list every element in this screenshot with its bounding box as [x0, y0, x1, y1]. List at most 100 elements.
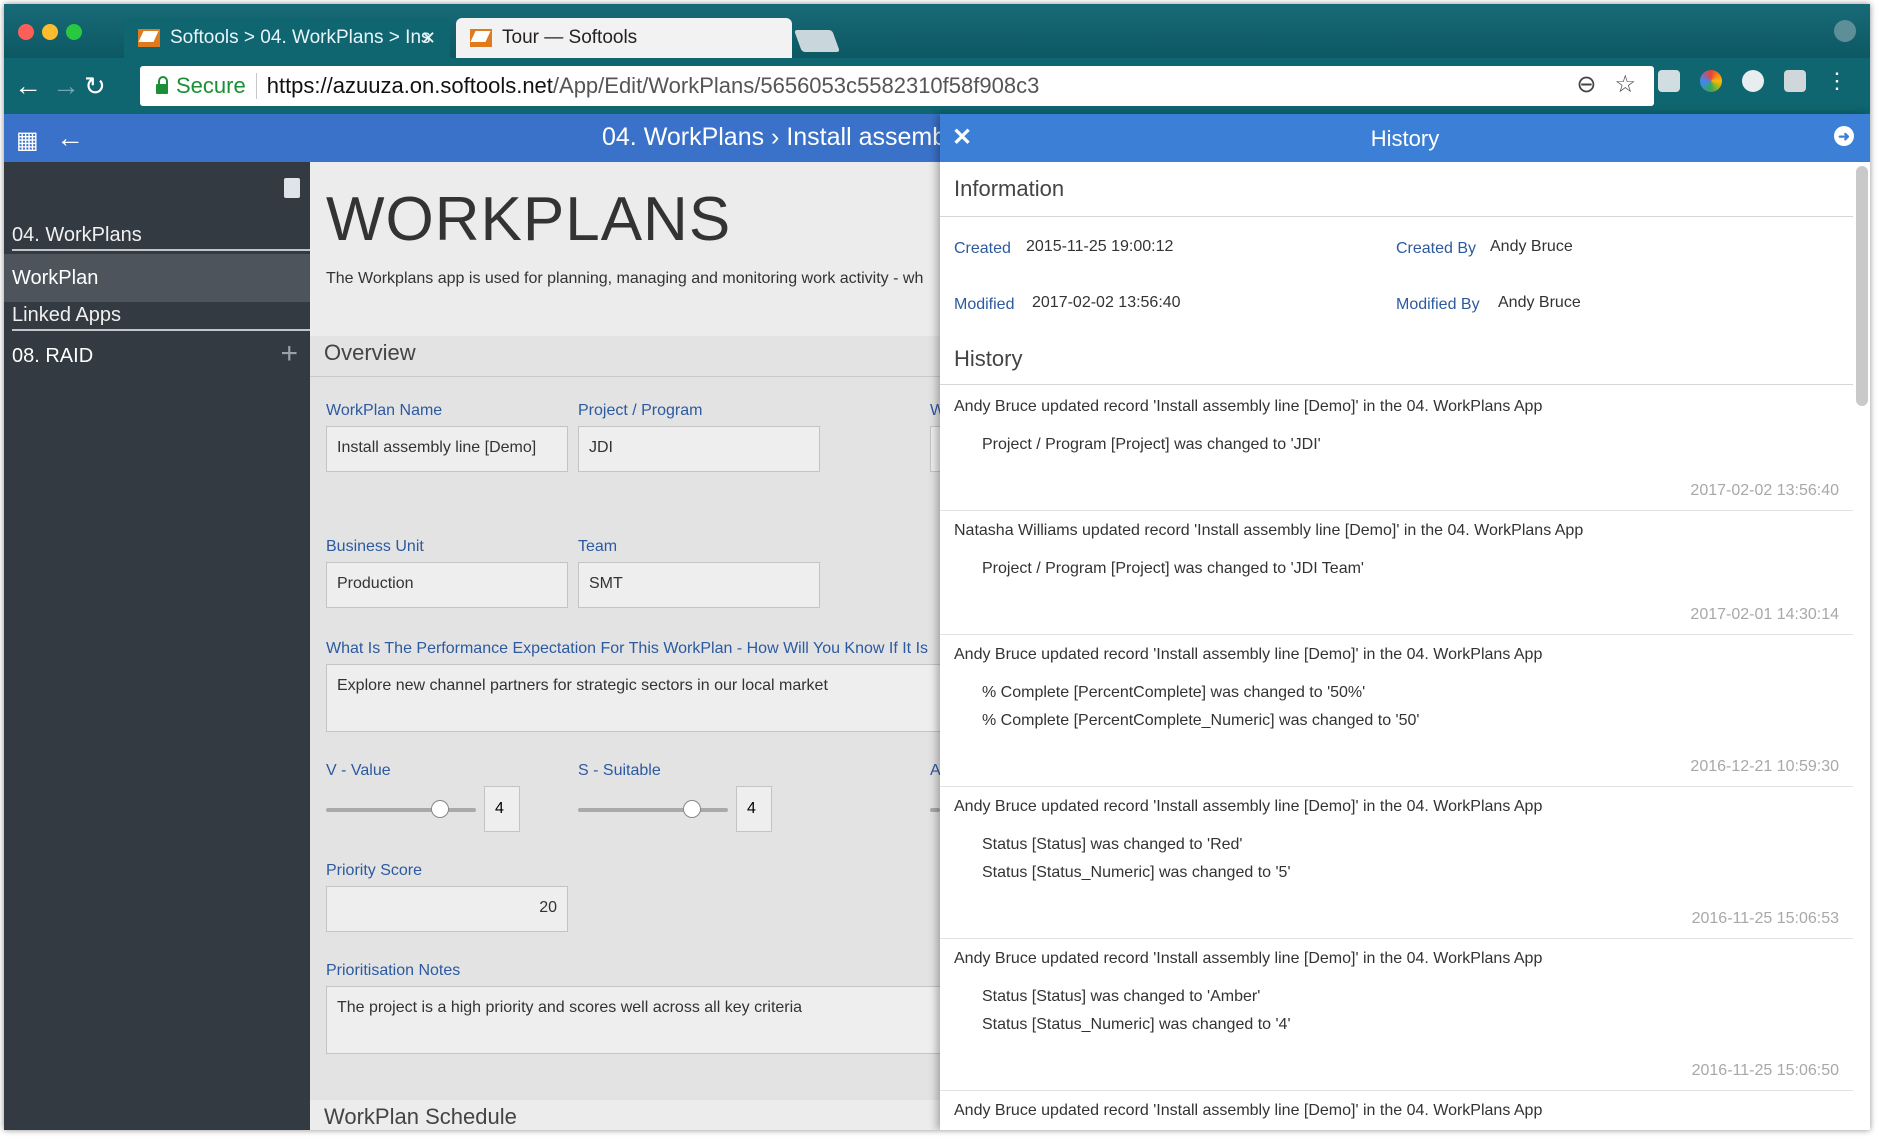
bookmark-star-icon[interactable]: ☆ [1614, 70, 1636, 99]
project-program-input[interactable]: JDI [578, 426, 820, 472]
minimize-window-button[interactable] [42, 24, 58, 40]
tab-close-icon[interactable]: ✕ [421, 28, 436, 49]
history-entry-date: 2016-12-21 10:59:30 [1690, 758, 1839, 775]
url-host: https://azuuza.on.softools.net [266, 73, 553, 98]
arrow-circle-icon[interactable]: ➜ [1834, 126, 1854, 146]
prioritisation-notes-label: Prioritisation Notes [326, 962, 461, 979]
sidebar-item-workplan[interactable]: WorkPlan [4, 254, 310, 302]
close-window-button[interactable] [18, 24, 34, 40]
performance-expectation-textarea[interactable]: Explore new channel partners for strateg… [326, 664, 940, 732]
history-entry-summary: Natasha Williams updated record 'Install… [954, 522, 1584, 539]
tab-title: Tour — Softools [502, 27, 638, 48]
reload-icon[interactable]: ↻ [84, 72, 106, 100]
profile-icon[interactable] [1834, 20, 1856, 42]
history-entry-change: Project / Program [Project] was changed … [982, 560, 1364, 577]
color-extension-icon[interactable] [1700, 70, 1722, 92]
browser-tab-softools[interactable]: Softools > 04. WorkPlans > Ins ✕ [124, 18, 450, 58]
g-extension-icon[interactable] [1784, 70, 1806, 92]
app-header: ▦ ← 04. WorkPlans › Install assembly [4, 114, 964, 162]
plus-icon[interactable]: + [280, 330, 298, 378]
history-entry: Andy Bruce updated record 'Install assem… [940, 938, 1853, 1091]
modified-value: 2017-02-02 13:56:40 [1032, 294, 1181, 311]
history-entry-summary: Andy Bruce updated record 'Install assem… [954, 398, 1543, 415]
url-text[interactable]: https://azuuza.on.softools.net/App/Edit/… [267, 73, 1040, 99]
url-path: /App/Edit/WorkPlans/5656053c5582310f58f9… [552, 73, 1040, 98]
omnibox-icons: ⊖ ☆ [1576, 70, 1636, 99]
maximize-window-button[interactable] [66, 24, 82, 40]
sidebar: 04. WorkPlans WorkPlan Linked Apps 08. R… [4, 162, 310, 1130]
third-field-input[interactable] [930, 426, 940, 472]
history-entry-date: 2016-11-25 15:06:50 [1691, 1062, 1839, 1079]
softools-favicon-icon [138, 29, 160, 47]
prioritisation-notes-textarea[interactable]: The project is a high priority and score… [326, 986, 940, 1054]
history-entry-change: Status [Status_Numeric] was changed to '… [982, 864, 1291, 881]
extensions: ⋮ [1658, 68, 1848, 94]
third-slider[interactable] [930, 808, 940, 812]
divider [310, 376, 940, 377]
priority-score-input[interactable]: 20 [326, 886, 568, 932]
created-by-label: Created By [1396, 240, 1477, 257]
history-title: History [954, 346, 1023, 371]
v-value-input[interactable]: 4 [484, 786, 520, 832]
created-by-value: Andy Bruce [1490, 238, 1573, 255]
history-entry-summary: Andy Bruce updated record 'Install assem… [954, 646, 1543, 663]
sidebar-section-workplans: 04. WorkPlans [12, 224, 310, 251]
schedule-title: WorkPlan Schedule [324, 1104, 517, 1129]
history-entry-change: Status [Status_Numeric] was changed to '… [982, 1016, 1291, 1033]
settings-extension-icon[interactable] [1742, 70, 1764, 92]
s-suitable-slider[interactable] [578, 808, 728, 812]
created-value: 2015-11-25 19:00:12 [1026, 238, 1174, 255]
back-arrow-icon[interactable]: ← [56, 122, 84, 154]
browser-window: Softools > 04. WorkPlans > Ins ✕ Tour — … [4, 4, 1870, 1130]
menu-kebab-icon[interactable]: ⋮ [1826, 68, 1848, 94]
apps-grid-icon[interactable]: ▦ [16, 126, 39, 155]
drive-extension-icon[interactable] [1658, 70, 1680, 92]
history-entry: Andy Bruce updated record 'Install assem… [940, 386, 1853, 511]
history-entry-date: 2016-11-25 15:06:53 [1691, 910, 1839, 927]
history-entry-summary: Andy Bruce updated record 'Install assem… [954, 1102, 1543, 1119]
breadcrumb[interactable]: 04. WorkPlans › Install assembly [602, 123, 964, 152]
main-content: WORKPLANS The Workplans app is used for … [310, 162, 940, 1130]
team-label: Team [578, 538, 618, 555]
s-suitable-input[interactable]: 4 [736, 786, 772, 832]
history-entry-summary: Andy Bruce updated record 'Install assem… [954, 950, 1543, 967]
business-unit-input[interactable]: Production [326, 562, 568, 608]
third-field-label: W [930, 402, 940, 419]
address-bar[interactable]: Secure https://azuuza.on.softools.net/Ap… [140, 66, 1654, 106]
modified-label: Modified [954, 296, 1015, 313]
information-title: Information [954, 176, 1065, 201]
performance-expectation-label: What Is The Performance Expectation For … [326, 640, 929, 657]
workplan-name-input[interactable]: Install assembly line [Demo] [326, 426, 568, 472]
history-entry: Andy Bruce updated record 'Install assem… [940, 786, 1853, 939]
created-label: Created [954, 240, 1011, 257]
business-unit-label: Business Unit [326, 538, 424, 555]
s-suitable-slider-handle[interactable] [682, 800, 701, 818]
forward-icon[interactable]: → [52, 72, 80, 100]
softools-favicon-icon [470, 29, 492, 47]
page-description: The Workplans app is used for planning, … [326, 270, 924, 287]
v-value-label: V - Value [326, 762, 391, 779]
pin-icon[interactable] [284, 178, 300, 198]
title-area: WORKPLANS The Workplans app is used for … [310, 162, 940, 336]
sidebar-section-linked-apps: Linked Apps [12, 304, 310, 331]
modified-by-label: Modified By [1396, 296, 1480, 313]
history-entry-change: % Complete [PercentComplete] was changed… [982, 684, 1366, 701]
schedule-header: WorkPlan Schedule [310, 1100, 940, 1130]
browser-tab-tour[interactable]: Tour — Softools [456, 18, 792, 58]
history-panel: ✕ History ➜ Information Created 2015-11-… [940, 114, 1870, 1130]
new-tab-button[interactable] [793, 30, 841, 52]
scrollbar[interactable] [1856, 166, 1868, 406]
team-input[interactable]: SMT [578, 562, 820, 608]
history-panel-title: History [1370, 126, 1440, 151]
back-icon[interactable]: ← [14, 72, 42, 100]
history-entry-summary: Andy Bruce updated record 'Install assem… [954, 798, 1543, 815]
third-slider-label: A [930, 762, 940, 779]
v-value-slider-handle[interactable] [430, 800, 449, 818]
v-value-slider[interactable] [326, 808, 476, 812]
zoom-icon[interactable]: ⊖ [1576, 70, 1596, 99]
modified-by-value: Andy Bruce [1498, 294, 1581, 311]
priority-score-label: Priority Score [326, 862, 423, 879]
history-entry-date: 2017-02-02 13:56:40 [1690, 482, 1839, 499]
sidebar-item-raid[interactable]: 08. RAID + [4, 332, 310, 380]
browser-toolbar: ← → ↻ Secure https://azuuza.on.softools.… [4, 58, 1870, 114]
